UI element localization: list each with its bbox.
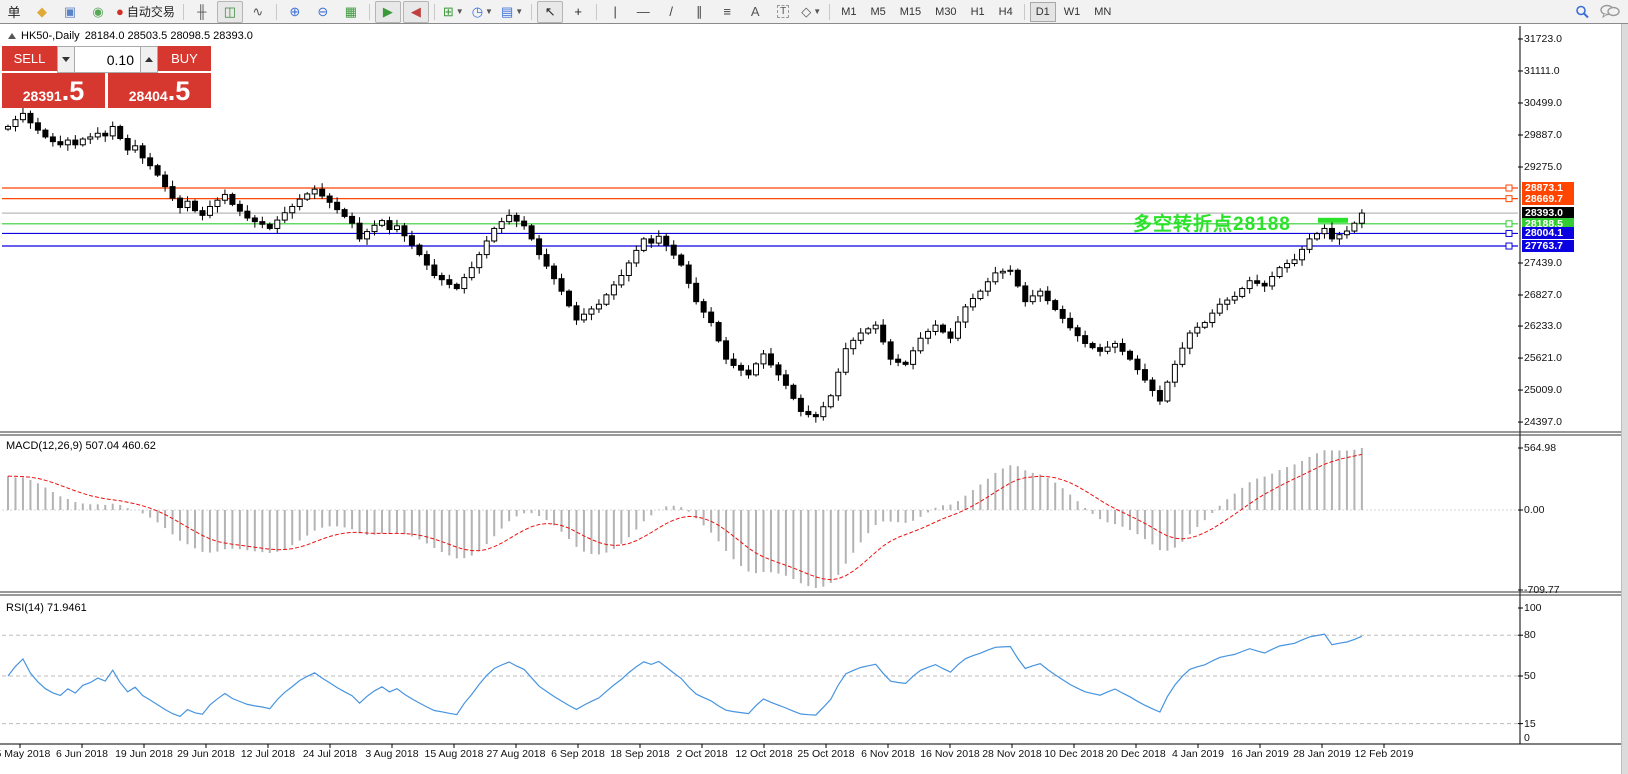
y-axis-tick: 564.98	[1524, 442, 1557, 454]
chart-shift-button[interactable]: ◀	[402, 0, 429, 23]
chat-icon[interactable]	[1600, 4, 1620, 19]
y-axis-tick: 29275.0	[1524, 161, 1562, 173]
toolbar-separator	[1023, 3, 1025, 20]
shapes-button[interactable]: ◇ ▼	[798, 1, 824, 23]
main-toolbar: 单 ◆ ▣ ◉ ● 自动交易 ╫ ◫ ∿ ⊕ ⊖ ▦ ▶ ◀ ⊞ ▼ ◷ ▼ ▤ ▼ ↖ + | — / ∥ ≡ A T ◇ ▼ M1 M5 M1…	[0, 0, 1628, 24]
toolbar-separator	[433, 3, 435, 20]
chevron-down-icon: ▼	[515, 7, 524, 16]
timeframe-H4[interactable]: H4	[993, 2, 1019, 22]
sell-price-frac: .5	[61, 76, 85, 106]
rsi-pane-title: RSI(14) 71.9461	[6, 602, 87, 614]
y-axis-tick: 0.00	[1524, 504, 1545, 516]
y-axis-tick: 29887.0	[1524, 129, 1562, 141]
one-click-trade-panel: SELL BUY 28391.5 28404.5	[2, 46, 211, 108]
toolbar-separator	[275, 3, 277, 20]
y-axis-tick: 24397.0	[1524, 416, 1562, 429]
horizontal-line-button[interactable]: —	[630, 1, 656, 23]
window-right-edge	[1621, 24, 1628, 774]
text-button[interactable]: A	[742, 1, 768, 23]
buy-price-main: 28404	[128, 88, 168, 104]
y-axis-tick: 25009.0	[1524, 384, 1562, 397]
y-axis-tick: 31723.0	[1524, 33, 1562, 45]
ohlc-values: 28184.0 28503.5 28098.5 28393.0	[84, 30, 253, 42]
buy-button[interactable]: BUY	[158, 46, 211, 73]
toolbar-right	[1574, 4, 1628, 20]
macd-pane-title: MACD(12,26,9) 507.04 460.62	[6, 440, 156, 452]
chevron-down-icon: ▼	[455, 7, 464, 16]
chevron-down-icon: ▼	[813, 7, 822, 16]
lot-size-input[interactable]	[75, 46, 140, 73]
fibonacci-button[interactable]: ≡	[714, 1, 740, 23]
toolbar-separator	[829, 3, 831, 20]
chevron-down-icon: ▼	[485, 7, 493, 16]
signals-icon[interactable]: ◉	[85, 1, 111, 23]
buy-price-frac: .5	[167, 76, 191, 106]
terminal-window-icon[interactable]: ▣	[57, 1, 83, 23]
crosshair-button[interactable]: +	[565, 1, 591, 23]
price-level-label: 28004.1	[1522, 227, 1574, 240]
line-chart-button[interactable]: ∿	[245, 1, 271, 23]
templates-button[interactable]: ▤ ▼	[498, 1, 526, 23]
y-axis-tick: 27439.0	[1524, 257, 1562, 269]
price-level-label: 28669.7	[1522, 192, 1574, 205]
y-axis-tick: 25621.0	[1524, 352, 1562, 365]
profile-icon[interactable]: ◆	[29, 1, 55, 23]
label-button[interactable]: T	[770, 1, 796, 23]
periods-button[interactable]: ◷ ▼	[469, 1, 496, 23]
y-axis-tick: 30499.0	[1524, 97, 1562, 109]
chart-canvas[interactable]	[0, 24, 1628, 774]
y-axis-tick: 0	[1524, 732, 1530, 744]
toolbar-separator	[368, 3, 370, 20]
cursor-button[interactable]: ↖	[537, 0, 564, 23]
collapse-triangle-icon[interactable]	[8, 33, 16, 39]
y-axis-tick: 31111.0	[1524, 65, 1560, 77]
sell-price-box[interactable]: 28391.5	[2, 73, 105, 108]
tile-windows-button[interactable]: ▦	[338, 1, 364, 23]
autotrading-button[interactable]: ● 自动交易	[113, 1, 178, 23]
y-axis-tick: 15	[1524, 717, 1536, 730]
chart-title: HK50-,Daily 28184.0 28503.5 28098.5 2839…	[8, 30, 253, 42]
auto-scroll-button[interactable]: ▶	[374, 0, 401, 23]
toolbar-separator	[531, 3, 533, 20]
y-axis-tick: 50	[1524, 670, 1536, 682]
toolbar-separator	[596, 3, 598, 20]
x-axis-label: 12 Feb 2019	[1354, 748, 1414, 760]
pivot-annotation-text[interactable]: 多空转折点28188	[1133, 209, 1291, 236]
y-axis-tick: -709.77	[1524, 584, 1560, 596]
trendline-button[interactable]: /	[658, 1, 684, 23]
timeframe-M1[interactable]: M1	[835, 2, 862, 22]
equidistant-channel-button[interactable]: ∥	[686, 1, 712, 23]
new-order-button[interactable]: 单	[1, 1, 27, 23]
chart-window: HK50-,Daily 28184.0 28503.5 28098.5 2839…	[0, 24, 1628, 774]
lot-decrease-button[interactable]	[57, 46, 75, 73]
timeframe-MN[interactable]: MN	[1088, 2, 1117, 22]
y-axis-tick: 26233.0	[1524, 320, 1562, 333]
price-level-label: 27763.7	[1522, 240, 1574, 253]
sell-price-main: 28391	[22, 88, 62, 104]
timeframe-M15[interactable]: M15	[894, 2, 927, 22]
zoom-out-button[interactable]: ⊖	[310, 1, 336, 23]
indicators-button[interactable]: ⊞ ▼	[440, 1, 467, 23]
timeframe-D1[interactable]: D1	[1029, 1, 1056, 22]
bar-chart-button[interactable]: ╫	[189, 1, 215, 23]
lot-increase-button[interactable]	[140, 46, 158, 73]
zoom-in-button[interactable]: ⊕	[282, 1, 308, 23]
y-axis-tick: 100	[1524, 602, 1542, 614]
toolbar-items: 单 ◆ ▣ ◉ ● 自动交易 ╫ ◫ ∿ ⊕ ⊖ ▦ ▶ ◀ ⊞ ▼ ◷ ▼ ▤ ▼ ↖ + | — / ∥ ≡ A T ◇ ▼ M1 M5 M1…	[0, 0, 1118, 23]
y-axis-tick: 26827.0	[1524, 289, 1562, 301]
timeframe-M5[interactable]: M5	[864, 2, 891, 22]
sell-button[interactable]: SELL	[2, 46, 57, 73]
timeframe-W1[interactable]: W1	[1058, 2, 1087, 22]
y-axis-tick: 80	[1524, 629, 1536, 642]
timeframe-M30[interactable]: M30	[929, 2, 962, 22]
trading-app: 单 ◆ ▣ ◉ ● 自动交易 ╫ ◫ ∿ ⊕ ⊖ ▦ ▶ ◀ ⊞ ▼ ◷ ▼ ▤ ▼ ↖ + | — / ∥ ≡ A T ◇ ▼ M1 M5 M1…	[0, 0, 1628, 774]
search-icon[interactable]	[1574, 4, 1590, 20]
candlestick-chart-button[interactable]: ◫	[216, 0, 243, 23]
vertical-line-button[interactable]: |	[602, 1, 628, 23]
toolbar-separator	[182, 3, 184, 20]
buy-price-box[interactable]: 28404.5	[108, 73, 211, 108]
timeframe-H1[interactable]: H1	[965, 2, 991, 22]
symbol-period-label: HK50-,Daily	[21, 30, 80, 42]
